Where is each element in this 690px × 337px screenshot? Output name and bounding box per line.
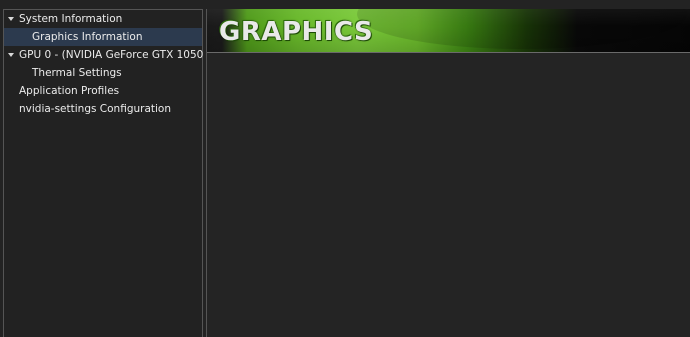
navigation-tree[interactable]: System Information Graphics Information … bbox=[3, 9, 220, 337]
tree-item-thermal-settings[interactable]: Thermal Settings bbox=[4, 64, 202, 82]
tree-item-label: Thermal Settings bbox=[32, 67, 122, 79]
tree-item-label: System Information bbox=[19, 13, 123, 25]
tree-item-graphics-information[interactable]: Graphics Information bbox=[4, 28, 202, 46]
tree-item-nvidia-settings-configuration[interactable]: nvidia-settings Configuration bbox=[4, 100, 202, 118]
nvidia-settings-window: System Information Graphics Information … bbox=[0, 0, 690, 337]
expander-arrow-icon[interactable] bbox=[8, 17, 14, 21]
content-pane: GRAPHICS bbox=[206, 9, 690, 337]
page-banner: GRAPHICS bbox=[207, 9, 690, 53]
tree-item-label: nvidia-settings Configuration bbox=[19, 103, 172, 115]
tree-item-label: GPU 0 - (NVIDIA GeForce GTX 1050 Ti) bbox=[19, 49, 220, 61]
expander-arrow-icon[interactable] bbox=[8, 53, 14, 57]
tree-item-application-profiles[interactable]: Application Profiles bbox=[4, 82, 202, 100]
page-title: GRAPHICS bbox=[219, 17, 374, 47]
tree-item-label: Graphics Information bbox=[32, 31, 143, 43]
tree-item-gpu-0[interactable]: GPU 0 - (NVIDIA GeForce GTX 1050 Ti) bbox=[4, 46, 220, 64]
tree-item-system-information[interactable]: System Information bbox=[4, 10, 202, 28]
tree-item-label: Application Profiles bbox=[19, 85, 120, 97]
